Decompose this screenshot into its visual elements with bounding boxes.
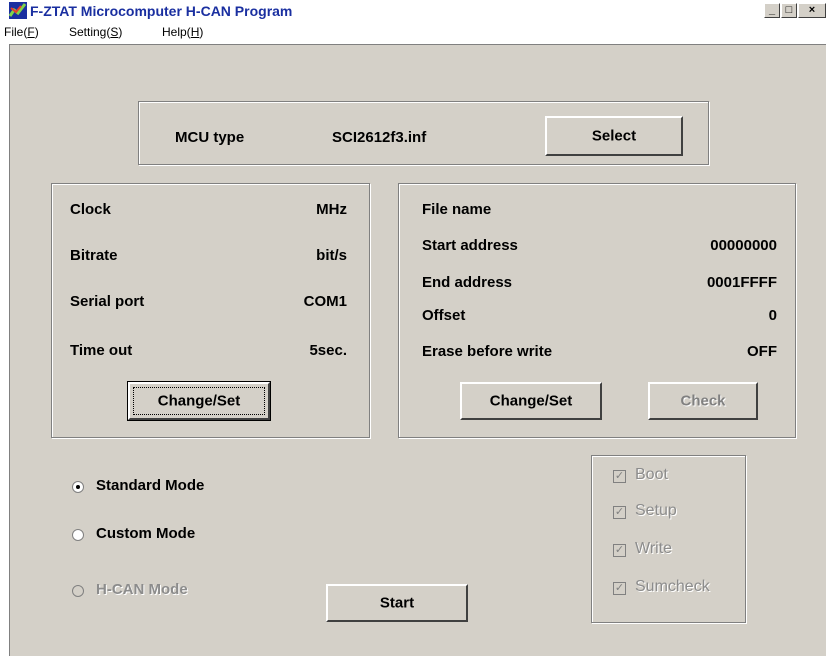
menu-setting-label: Setting( [69, 25, 111, 39]
minimize-button[interactable]: _ [764, 3, 780, 18]
menu-help[interactable]: Help(H) [162, 25, 203, 39]
bitrate-value: bit/s [316, 247, 347, 264]
window-title: F-ZTAT Microcomputer H-CAN Program [30, 3, 293, 19]
comm-change-set-button[interactable]: Change/Set [127, 381, 271, 421]
start-button-label: Start [379, 594, 415, 612]
erase-before-write-value: OFF [747, 343, 777, 360]
menu-help-label: Help( [162, 25, 191, 39]
menu-setting-end: ) [118, 25, 123, 39]
standard-mode-radio[interactable] [72, 481, 84, 493]
hcan-mode-label[interactable]: H-CAN Mode [96, 581, 188, 598]
menu-bar: File(F) Setting(S) Help(H) [0, 22, 826, 44]
radio-dot [76, 485, 80, 489]
close-button[interactable]: × [798, 3, 826, 18]
time-out-value: 5sec. [309, 342, 347, 359]
mcu-type-label: MCU type [175, 129, 245, 146]
comm-change-set-label: Change/Set [157, 392, 241, 410]
menu-file-label: File( [4, 25, 28, 39]
boot-label: Boot [635, 466, 668, 483]
menu-setting[interactable]: Setting(S) [69, 25, 122, 39]
file-change-set-label: Change/Set [489, 392, 573, 410]
mcu-type-value: SCI2612f3.inf [332, 129, 427, 146]
client-area: MCU type SCI2612f3.inf Select Clock MHz … [9, 44, 826, 656]
clock-label: Clock [70, 201, 111, 218]
file-name-label: File name [422, 201, 492, 218]
offset-label: Offset [422, 307, 466, 324]
clock-value: MHz [316, 201, 347, 218]
boot-checkbox[interactable]: ✓ [613, 470, 626, 483]
write-checkbox[interactable]: ✓ [613, 544, 626, 557]
check-button-label: Check [680, 392, 726, 410]
menu-file-end: ) [34, 25, 39, 39]
menu-help-end: ) [199, 25, 204, 39]
end-address-value: 0001FFFF [706, 274, 777, 291]
maximize-button[interactable]: □ [781, 3, 797, 18]
offset-value: 0 [768, 307, 777, 324]
menu-file-accel: F [27, 25, 35, 39]
custom-mode-label[interactable]: Custom Mode [96, 525, 195, 542]
erase-before-write-label: Erase before write [422, 343, 553, 360]
start-address-value: 00000000 [710, 237, 777, 254]
standard-mode-label[interactable]: Standard Mode [96, 477, 204, 494]
hcan-mode-radio[interactable] [72, 585, 84, 597]
select-button[interactable]: Select [545, 116, 683, 156]
write-label: Write [635, 540, 673, 557]
title-bar: F-ZTAT Microcomputer H-CAN Program _ □ × [0, 0, 826, 22]
serial-port-value: COM1 [303, 293, 347, 310]
setup-label: Setup [635, 502, 677, 519]
end-address-label: End address [422, 274, 513, 291]
setup-checkbox[interactable]: ✓ [613, 506, 626, 519]
start-button[interactable]: Start [326, 584, 468, 622]
bitrate-label: Bitrate [70, 247, 118, 264]
check-button[interactable]: Check [648, 382, 758, 420]
start-address-label: Start address [422, 237, 518, 254]
time-out-label: Time out [70, 342, 133, 359]
file-change-set-button[interactable]: Change/Set [460, 382, 602, 420]
select-button-label: Select [591, 127, 637, 145]
custom-mode-radio[interactable] [72, 529, 84, 541]
menu-file[interactable]: File(F) [4, 25, 39, 39]
sumcheck-label: Sumcheck [635, 578, 710, 595]
sumcheck-checkbox[interactable]: ✓ [613, 582, 626, 595]
app-icon [9, 2, 27, 19]
serial-port-label: Serial port [70, 293, 145, 310]
